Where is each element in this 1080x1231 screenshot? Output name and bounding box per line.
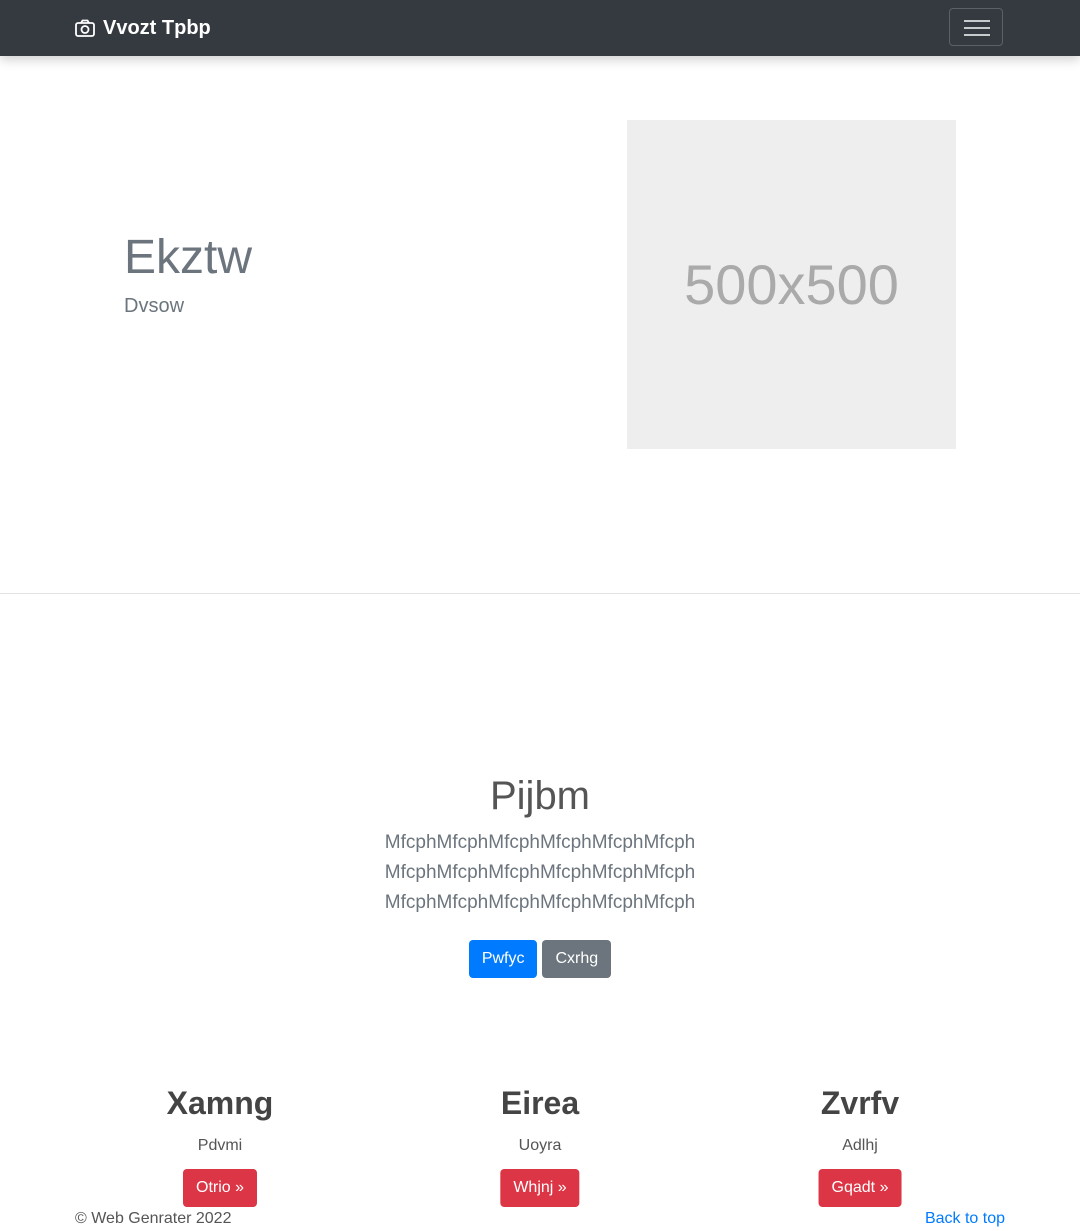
navbar: Vvozt Tpbp	[0, 0, 1080, 56]
section-title: Pijbm	[489, 774, 591, 818]
secondary-button[interactable]: Cxrhg	[542, 940, 612, 978]
brand-label: Vvozt Tpbp	[103, 16, 211, 39]
primary-button[interactable]: Pwfyc	[468, 940, 538, 978]
feature-column: Eirea Uoyra Whjnj »	[390, 1082, 690, 1207]
lead-line: MfcphMfcphMfcphMfcphMfcphMfcph	[384, 892, 696, 913]
back-to-top-link[interactable]: Back to top	[925, 1210, 1005, 1228]
feature-text: Uoyra	[518, 1137, 562, 1154]
jumbotron-section: Pijbm MfcphMfcphMfcphMfcphMfcphMfcph Mfc…	[0, 772, 1080, 918]
navbar-toggle-button[interactable]	[949, 8, 1003, 46]
feature-column: Xamng Pdvmi Otrio »	[70, 1082, 370, 1207]
camera-icon	[75, 19, 95, 37]
lead-line: MfcphMfcphMfcphMfcphMfcphMfcph	[384, 862, 696, 883]
image-placeholder-label: 500x500	[684, 253, 899, 316]
hero-subtitle: Dvsow	[124, 295, 185, 317]
hamburger-icon	[964, 27, 990, 29]
footer-copyright: © Web Genrater 2022	[75, 1210, 232, 1227]
feature-title: Zvrfv	[820, 1085, 900, 1121]
feature-button[interactable]: Otrio »	[182, 1169, 258, 1207]
brand-link[interactable]: Vvozt Tpbp	[75, 0, 211, 56]
feature-text: Pdvmi	[197, 1137, 243, 1154]
hamburger-icon	[964, 20, 990, 22]
hero-image-placeholder: 500x500	[627, 120, 956, 449]
feature-title: Eirea	[500, 1085, 580, 1121]
lead-line: MfcphMfcphMfcphMfcphMfcphMfcph	[384, 832, 696, 853]
feature-text: Adlhj	[842, 1137, 878, 1154]
feature-button[interactable]: Whjnj »	[500, 1169, 580, 1207]
feature-column: Zvrfv Adlhj Gqadt »	[710, 1082, 1010, 1207]
section-lead: MfcphMfcphMfcphMfcphMfcphMfcph MfcphMfcp…	[0, 828, 1080, 918]
section-buttons: Pwfyc Cxrhg	[0, 940, 1080, 978]
hamburger-icon	[964, 34, 990, 36]
feature-title: Xamng	[166, 1085, 274, 1121]
feature-button[interactable]: Gqadt »	[818, 1169, 902, 1207]
hero-title: Ekztw	[124, 231, 253, 284]
section-divider	[0, 593, 1080, 594]
